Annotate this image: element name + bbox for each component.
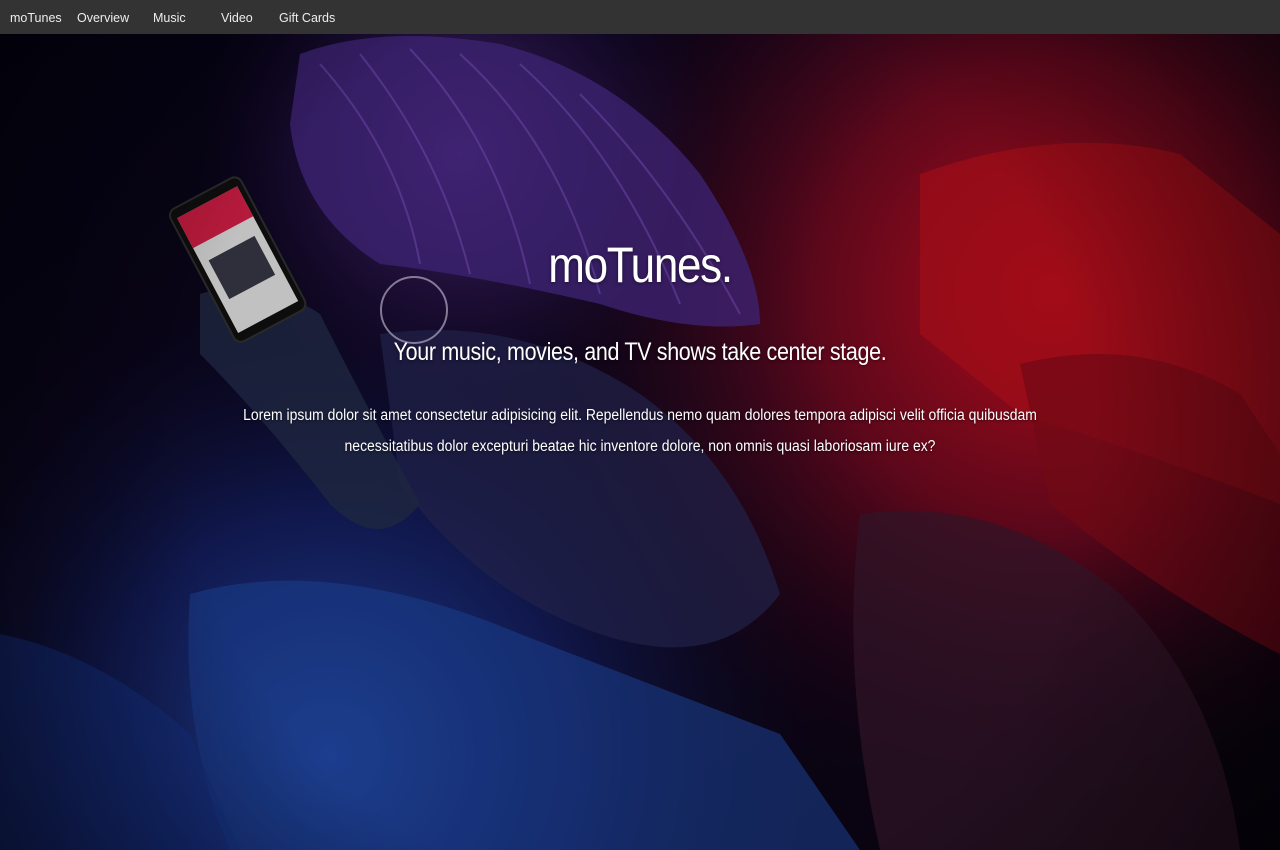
nav-brand-link[interactable]: moTunes — [10, 0, 62, 34]
nav-item-overview[interactable]: Overview — [77, 0, 129, 34]
top-navigation-bar: moTunes Overview Music Video Gift Cards — [0, 0, 1280, 34]
nav-item-music[interactable]: Music — [153, 0, 186, 34]
hero-title: moTunes. — [548, 237, 733, 293]
hero-subtitle: Your music, movies, and TV shows take ce… — [393, 338, 887, 366]
nav-item-gift-cards[interactable]: Gift Cards — [279, 0, 335, 34]
hero-section: moTunes. Your music, movies, and TV show… — [0, 34, 1280, 850]
nav-item-video[interactable]: Video — [221, 0, 253, 34]
hero-description: Lorem ipsum dolor sit amet consectetur a… — [243, 407, 1037, 455]
